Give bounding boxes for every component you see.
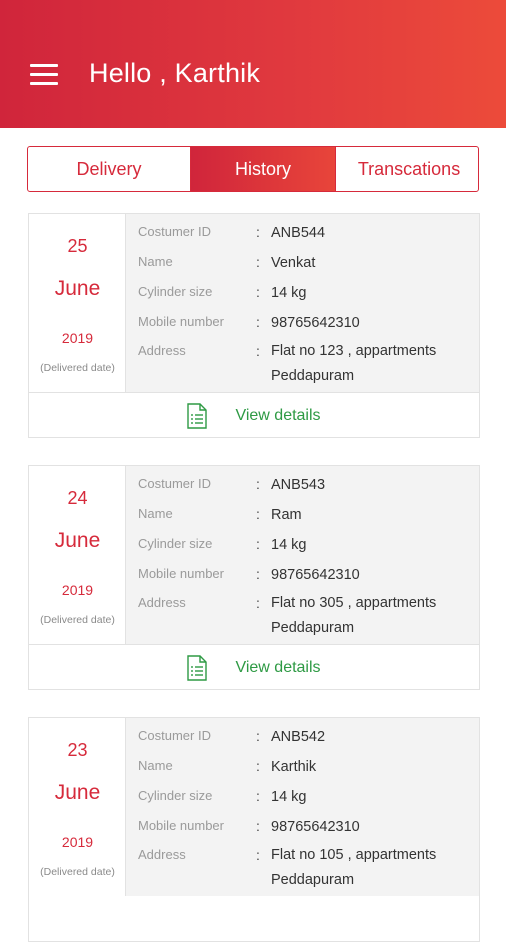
document-icon — [187, 402, 208, 429]
address-value: Flat no 123 , appartments Peddapuram — [271, 343, 437, 384]
cylinder-size-label: Cylinder size — [138, 788, 213, 803]
view-details-button[interactable]: View details — [29, 392, 479, 438]
delivered-date: 24 June 2019 (Delivered date) — [29, 466, 126, 644]
mobile-value: 98765642310 — [271, 315, 360, 331]
customer-id-label: Costumer ID — [138, 476, 211, 491]
cylinder-size-label: Cylinder size — [138, 536, 213, 551]
view-details-label: View details — [235, 406, 321, 424]
mobile-value: 98765642310 — [271, 819, 360, 835]
date-month: June — [54, 277, 101, 300]
order-info: Costumer ID: ANB544 Name: Venkat Cylinder … — [126, 214, 479, 392]
customer-id-value: ANB544 — [271, 225, 326, 241]
delivered-date-note: (Delivered date) — [40, 866, 115, 878]
cylinder-size-value: 14 kg — [271, 285, 307, 301]
order-card: 23 June 2019 (Delivered date) Costumer I… — [28, 717, 480, 942]
order-card: 24 June 2019 (Delivered date) Costumer I… — [28, 465, 480, 690]
mobile-value: 98765642310 — [271, 567, 360, 583]
customer-id-value: ANB543 — [271, 477, 326, 493]
name-value: Karthik — [271, 759, 317, 775]
customer-id-label: Costumer ID — [138, 224, 211, 239]
date-month: June — [54, 781, 101, 804]
delivered-date: 25 June 2019 (Delivered date) — [29, 214, 126, 392]
cylinder-size-value: 14 kg — [271, 537, 307, 553]
tab-bar: Delivery History Transcations — [27, 146, 479, 192]
tab-transactions[interactable]: Transcations — [335, 147, 478, 191]
order-info: Costumer ID: ANB542 Name: Karthik Cylinder… — [126, 718, 479, 896]
order-info: Costumer ID: ANB543 Name: Ram Cylinder siz… — [126, 466, 479, 644]
tab-history[interactable]: History — [191, 147, 335, 191]
date-day: 25 — [67, 236, 88, 256]
customer-id-label: Costumer ID — [138, 728, 211, 743]
address-label: Address — [138, 595, 186, 610]
date-day: 24 — [67, 488, 88, 508]
greeting-title: Hello , Karthik — [89, 58, 261, 88]
cylinder-size-label: Cylinder size — [138, 284, 213, 299]
delivered-date-note: (Delivered date) — [40, 362, 115, 374]
document-icon — [187, 654, 208, 681]
view-details-button[interactable]: View details — [29, 644, 479, 690]
name-label: Name — [138, 506, 173, 521]
delivered-date: 23 June 2019 (Delivered date) — [29, 718, 126, 896]
date-day: 23 — [67, 740, 88, 760]
name-label: Name — [138, 758, 173, 773]
app-header: Hello , Karthik — [0, 0, 506, 128]
address-label: Address — [138, 847, 186, 862]
address-value: Flat no 105 , appartments Peddapuram — [271, 847, 437, 888]
tab-delivery[interactable]: Delivery — [28, 147, 191, 191]
address-value: Flat no 305 , appartments Peddapuram — [271, 595, 437, 636]
date-year: 2019 — [61, 330, 94, 346]
delivered-date-note: (Delivered date) — [40, 614, 115, 626]
date-year: 2019 — [61, 582, 94, 598]
customer-id-value: ANB542 — [271, 729, 326, 745]
name-value: Venkat — [271, 255, 316, 271]
cylinder-size-value: 14 kg — [271, 789, 307, 805]
name-label: Name — [138, 254, 173, 269]
address-label: Address — [138, 343, 186, 358]
date-year: 2019 — [61, 834, 94, 850]
order-card: 25 June 2019 (Delivered date) Costumer I… — [28, 213, 480, 438]
mobile-label: Mobile number — [138, 818, 224, 833]
menu-icon[interactable] — [30, 64, 58, 86]
mobile-label: Mobile number — [138, 314, 224, 329]
view-details-label: View details — [235, 658, 321, 676]
name-value: Ram — [271, 507, 302, 523]
date-month: June — [54, 529, 101, 552]
mobile-label: Mobile number — [138, 566, 224, 581]
